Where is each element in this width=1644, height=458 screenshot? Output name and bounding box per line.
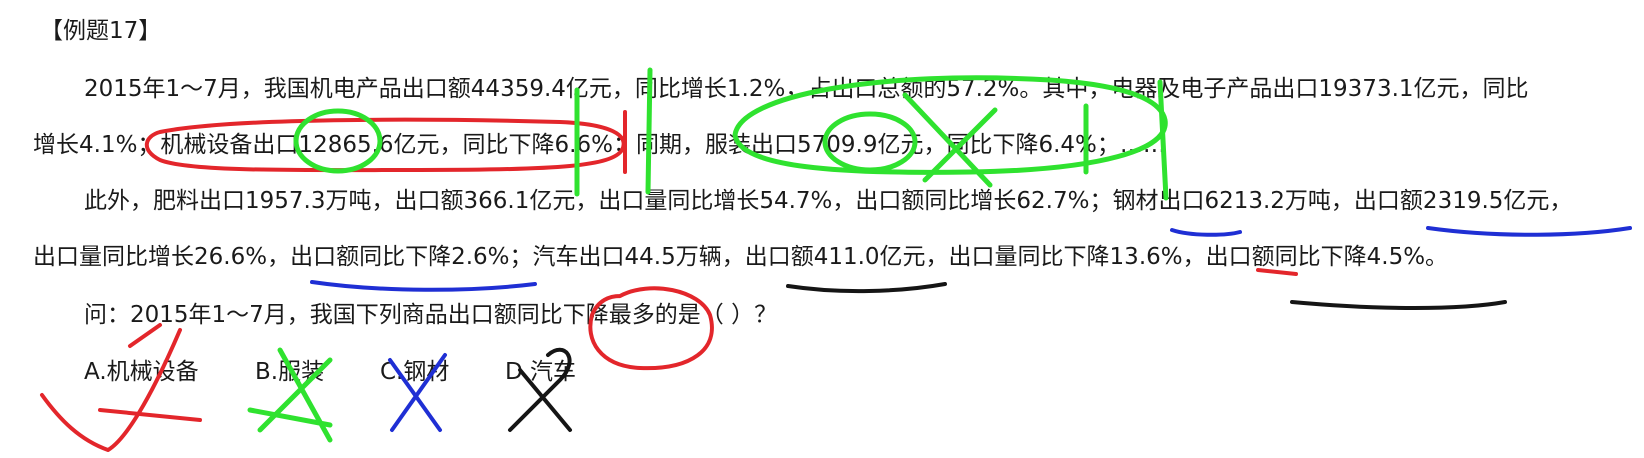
option-b[interactable]: B.服装: [255, 357, 324, 387]
red-check-option-a: [40, 328, 182, 452]
exercise-page: 【例题17】 2015年1～7月，我国机电产品出口额44359.4亿元，同比增长…: [0, 0, 1644, 458]
paragraph-line-3: 此外，肥料出口1957.3万吨，出口额366.1亿元，出口量同比增长54.7%，…: [84, 188, 1573, 214]
black-underline-car-decline: [1290, 300, 1507, 310]
blue-underline-steel-value: [1426, 226, 1632, 237]
option-d[interactable]: D.汽车: [505, 357, 576, 387]
handwritten-annotations: [40, 67, 1632, 452]
blue-underline-steel-decline: [310, 280, 537, 292]
paragraph-line-4: 出口量同比增长26.6%，出口额同比下降2.6%；汽车出口44.5万辆，出口额4…: [33, 244, 1449, 270]
paragraph-line-2: 增长4.1%；机械设备出口12865.6亿元，同比下降6.6%；同期，服装出口5…: [33, 132, 1166, 158]
paragraph-line-1: 2015年1～7月，我国机电产品出口额44359.4亿元，同比增长1.2%，占出…: [84, 76, 1529, 102]
exercise-title: 【例题17】: [40, 18, 162, 44]
blue-underline-steel: [1170, 228, 1242, 237]
option-c[interactable]: C.钢材: [380, 357, 449, 387]
red-strike-option-a: [98, 408, 202, 422]
option-a[interactable]: A.机械设备: [84, 357, 199, 387]
black-underline-car: [786, 282, 947, 294]
question-text: 问：2015年1～7月，我国下列商品出口额同比下降最多的是（ ）？: [84, 302, 778, 328]
